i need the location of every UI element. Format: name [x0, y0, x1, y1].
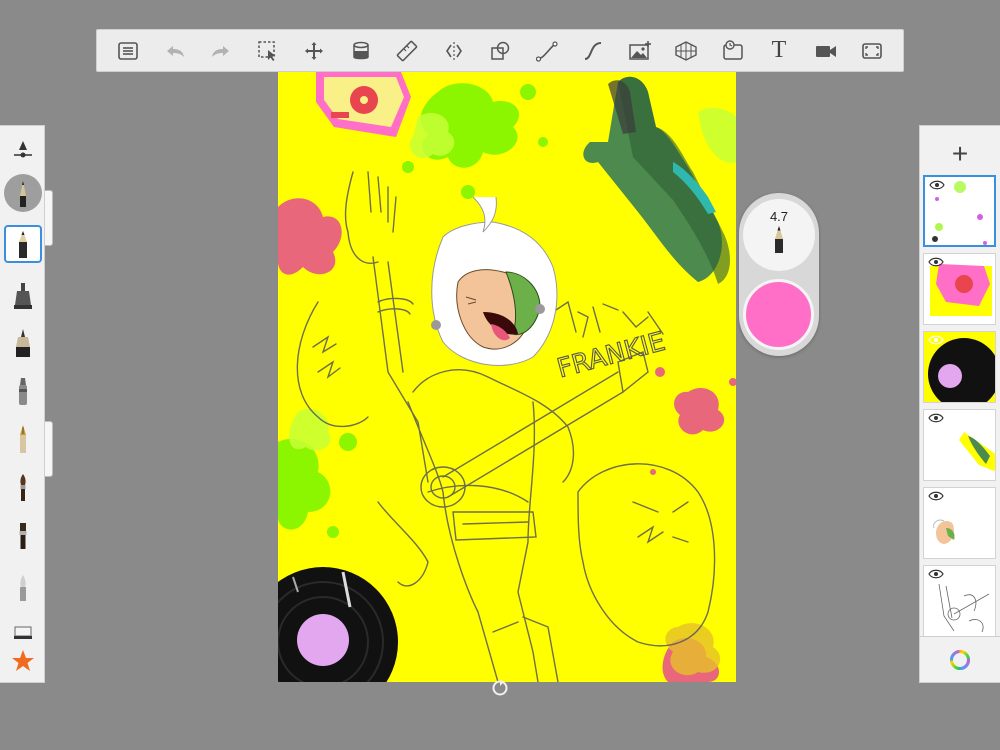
symmetry-icon[interactable]	[435, 31, 473, 71]
brush-properties-icon[interactable]	[4, 130, 42, 168]
redo-icon[interactable]	[202, 31, 240, 71]
brush-palette	[0, 125, 45, 683]
video-icon[interactable]	[807, 31, 845, 71]
eye-icon[interactable]	[928, 413, 944, 423]
ruler-icon[interactable]	[388, 31, 426, 71]
layer-3-thumb[interactable]	[923, 331, 996, 403]
layer-6-thumb[interactable]	[923, 565, 996, 637]
airbrush-brush[interactable]	[4, 276, 42, 314]
pencil-icon	[775, 226, 783, 253]
brush-panel-tab-top[interactable]	[45, 190, 53, 246]
shapes-icon[interactable]	[481, 31, 519, 71]
transform-icon[interactable]	[295, 31, 333, 71]
pencil-brush[interactable]	[4, 225, 42, 263]
fountain-pen-brush[interactable]	[4, 420, 42, 458]
perspective-icon[interactable]	[667, 31, 705, 71]
color-wheel-icon	[950, 649, 970, 670]
menu-icon[interactable]	[109, 31, 147, 71]
brush-preview-dot[interactable]	[4, 174, 42, 212]
layer-4-thumb[interactable]	[923, 409, 996, 481]
current-color-swatch[interactable]	[743, 279, 814, 350]
drawing-canvas[interactable]: FRANKIE	[278, 72, 736, 682]
layer-5-thumb[interactable]	[923, 487, 996, 559]
eye-icon[interactable]	[928, 257, 944, 267]
eye-icon[interactable]	[928, 491, 944, 501]
gold-splatter	[665, 623, 721, 676]
marker-brush[interactable]	[4, 372, 42, 410]
artwork: FRANKIE	[278, 72, 736, 682]
text-icon[interactable]: T	[760, 31, 798, 71]
main-toolbar: T	[96, 29, 904, 72]
eye-icon[interactable]	[928, 569, 944, 579]
ink-pen-brush[interactable]	[4, 324, 42, 362]
canvas-rotate-handle-icon[interactable]	[491, 679, 509, 697]
boombox-sticker	[316, 72, 411, 137]
brush-puck[interactable]: 4.7	[739, 193, 819, 356]
layer-list	[920, 175, 1000, 683]
selection-icon[interactable]	[249, 31, 287, 71]
eraser-brush[interactable]	[4, 618, 42, 646]
character-head	[431, 196, 558, 366]
layer-2-thumb[interactable]	[923, 253, 996, 325]
eye-icon[interactable]	[928, 335, 944, 345]
brush-size-control[interactable]: 4.7	[743, 199, 815, 271]
layers-panel: +	[919, 125, 1000, 683]
add-layer-button[interactable]: +	[920, 134, 1000, 174]
brush-size-value: 4.7	[769, 209, 789, 224]
fill-icon[interactable]	[342, 31, 380, 71]
timelapse-icon[interactable]	[714, 31, 752, 71]
favorites-star-icon[interactable]	[4, 646, 42, 676]
rock-hand-sticker	[583, 76, 730, 284]
curve-icon[interactable]	[528, 31, 566, 71]
smudge-brush[interactable]	[4, 568, 42, 606]
vinyl-record-sticker	[278, 567, 398, 682]
paintbrush-brush[interactable]	[4, 468, 42, 506]
fullscreen-icon[interactable]	[853, 31, 891, 71]
eye-icon[interactable]	[929, 180, 945, 190]
color-wheel-button[interactable]	[919, 636, 1000, 683]
stroke-icon[interactable]	[574, 31, 612, 71]
undo-icon[interactable]	[156, 31, 194, 71]
chisel-brush[interactable]	[4, 516, 42, 554]
layer-1-thumb[interactable]	[923, 175, 996, 247]
image-import-icon[interactable]	[621, 31, 659, 71]
brush-panel-tab-bottom[interactable]	[45, 421, 53, 477]
